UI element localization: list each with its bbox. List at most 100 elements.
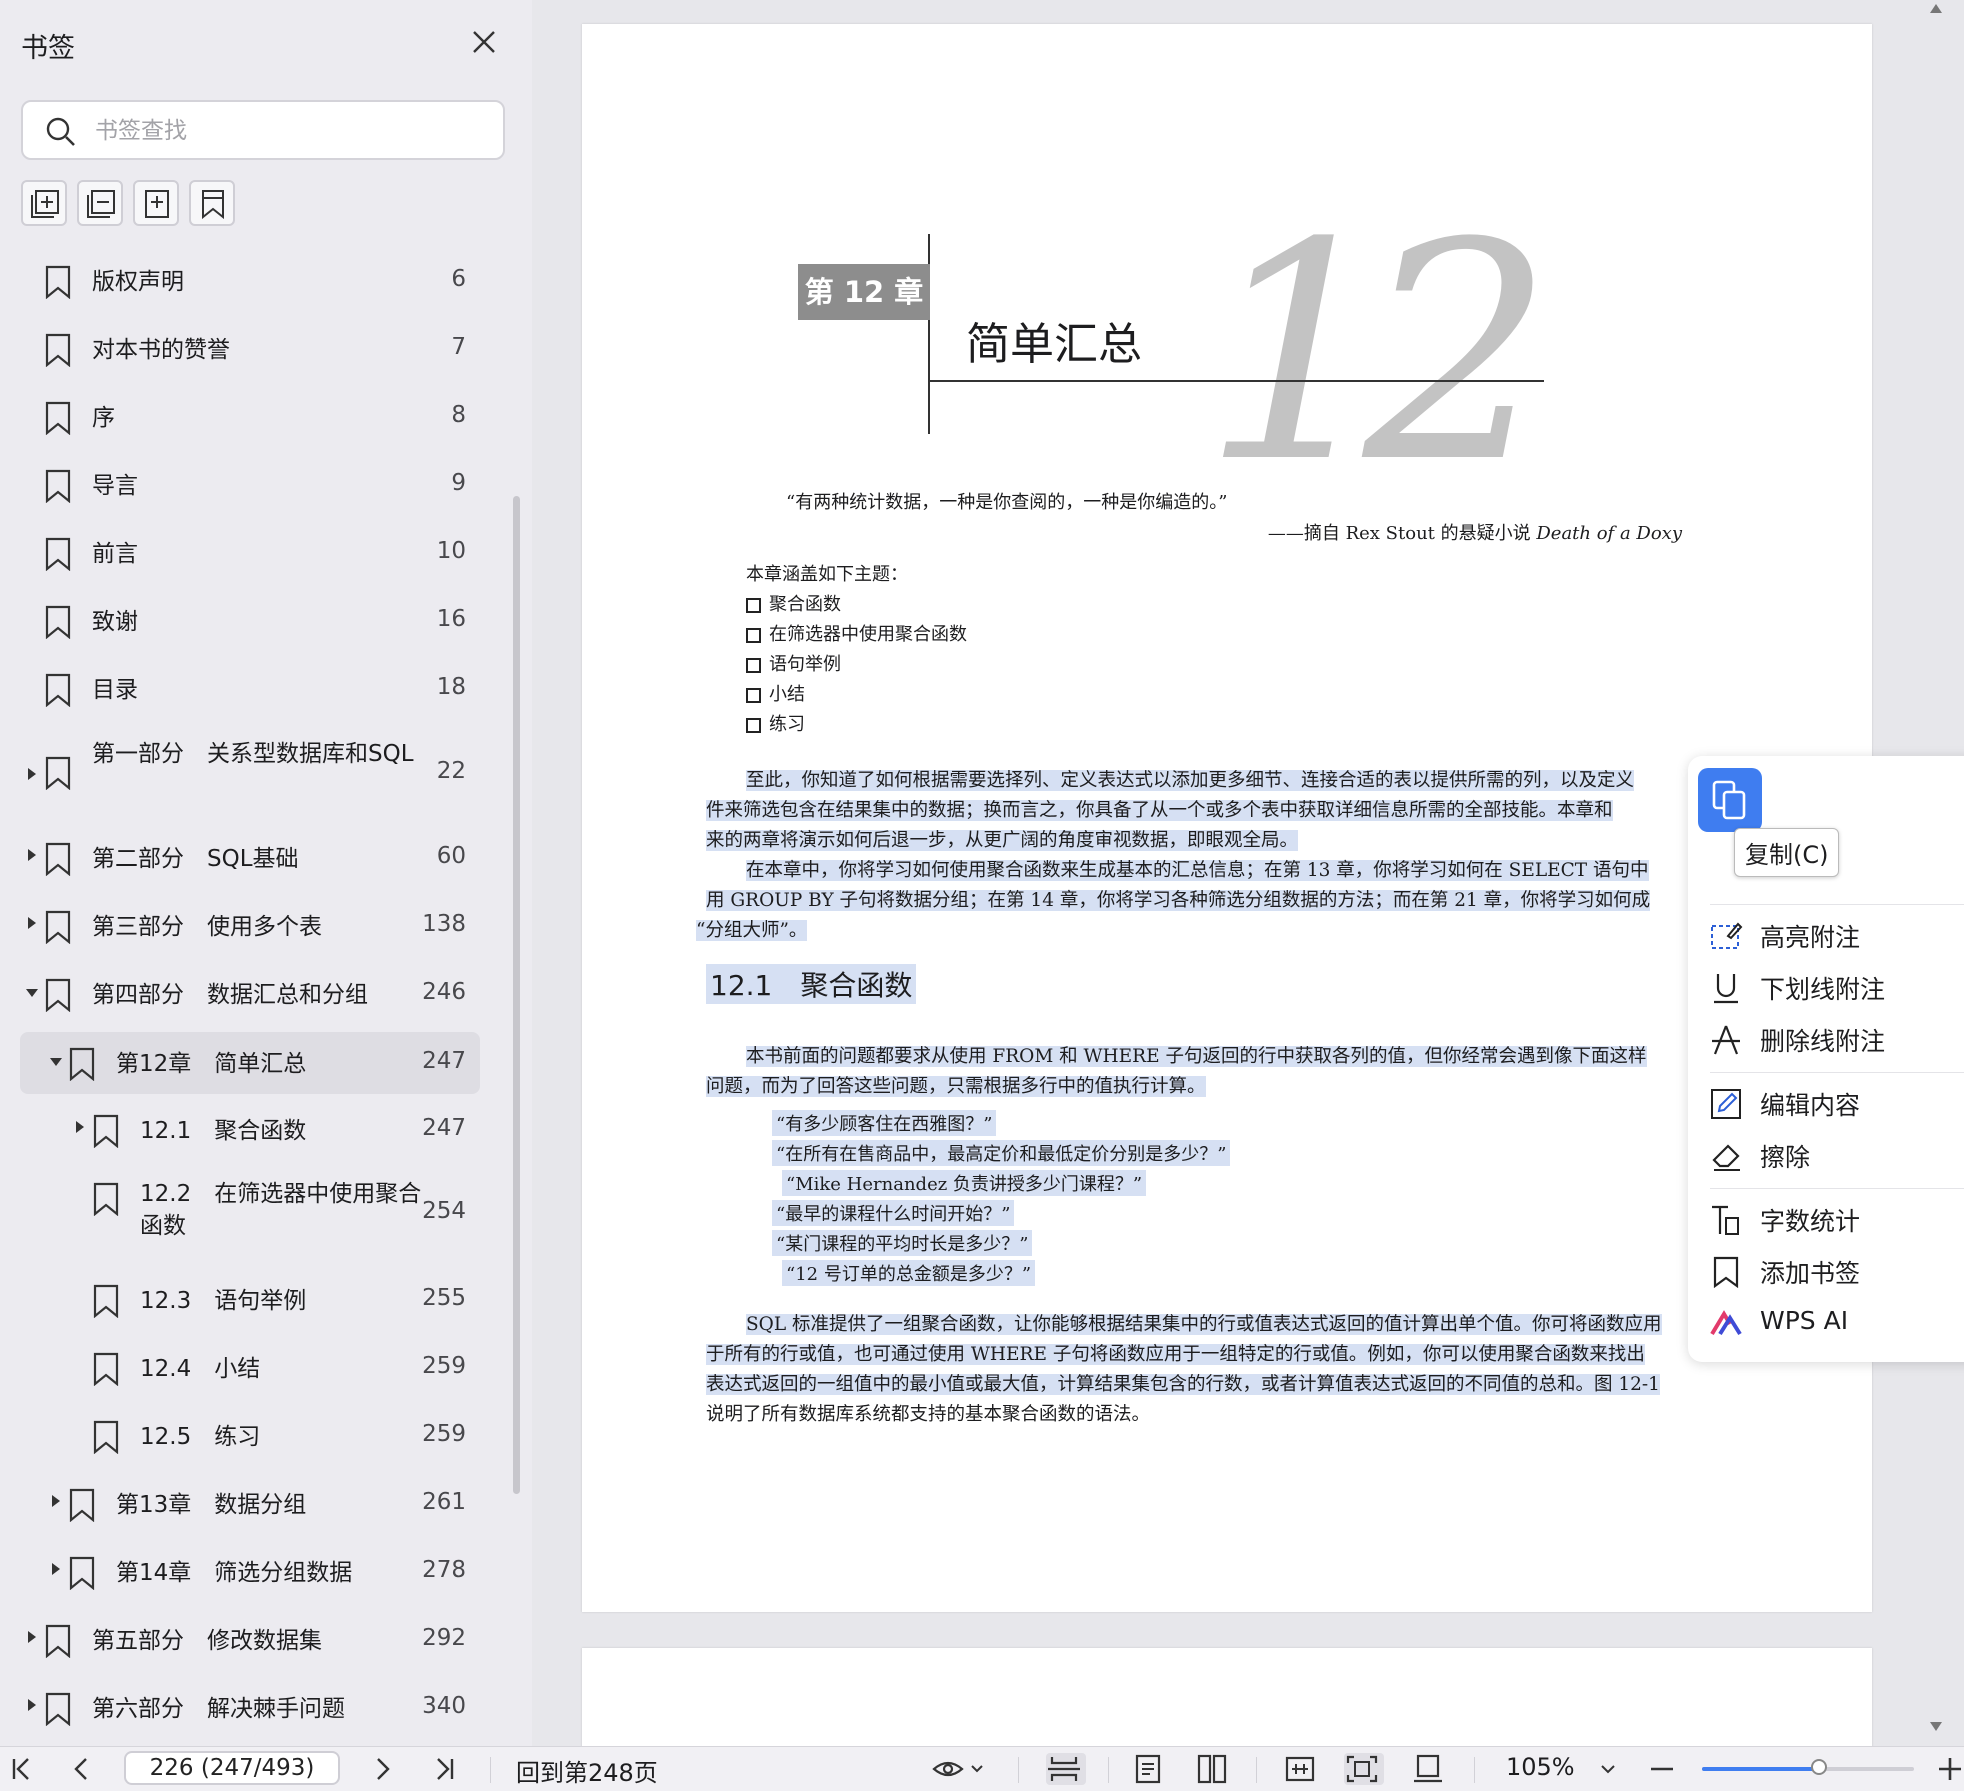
bookmark-item-part-4[interactable]: 第四部分 数据汇总和分组 246: [20, 963, 480, 1025]
collapse-arrow-icon[interactable]: [50, 1058, 62, 1066]
bookmark-item-part-3[interactable]: 第三部分 使用多个表 138: [20, 895, 480, 957]
page-rotate-button[interactable]: [1412, 1753, 1444, 1785]
bookmark-item[interactable]: 前言 10: [20, 522, 480, 584]
zoom-level[interactable]: 105%: [1506, 1753, 1575, 1781]
scroll-down-arrow-icon[interactable]: [1930, 1722, 1942, 1731]
single-page-button[interactable]: [1132, 1753, 1164, 1785]
bookmark-item-12-4[interactable]: 12.4 小结 259: [20, 1337, 480, 1399]
bookmark-item-part-5[interactable]: 第五部分 修改数据集 292: [20, 1609, 480, 1671]
bookmark-item[interactable]: 致谢 16: [20, 590, 480, 652]
topics-intro: 本章涵盖如下主题：: [746, 564, 908, 585]
bookmark-icon: [45, 910, 71, 944]
menu-item-wps-ai[interactable]: WPS AI: [1710, 1302, 1964, 1346]
first-page-button[interactable]: [10, 1753, 34, 1785]
eye-icon: [932, 1761, 983, 1777]
chapter-tag: 第 12 章: [798, 264, 930, 320]
previous-page-button[interactable]: [70, 1753, 94, 1785]
paragraph-selected[interactable]: 本书前面的问题都要求从使用 FROM 和 WHERE 子句返回的行中获取各列的值…: [706, 1042, 1746, 1102]
menu-item-add-bookmark[interactable]: 添加书签: [1710, 1250, 1964, 1294]
underline-icon: [1714, 974, 1738, 1004]
collapse-arrow-icon[interactable]: [26, 989, 38, 997]
bookmark-item-chapter-14[interactable]: 第14章 筛选分组数据 278: [20, 1541, 480, 1603]
question-item[interactable]: “有多少顾客住在西雅图？”: [772, 1110, 997, 1136]
paragraph-selected[interactable]: 在本章中，你将学习如何使用聚合函数来生成基本的汇总信息；在第 13 章，你将学习…: [696, 856, 1746, 946]
menu-item-strikethrough[interactable]: 删除线附注: [1710, 1018, 1964, 1062]
bookmark-item[interactable]: 版权声明 6: [20, 250, 480, 312]
bookmark-item-12-2[interactable]: 12.2 在筛选器中使用聚合函数 254: [20, 1172, 480, 1256]
question-item[interactable]: “12 号订单的总金额是多少？”: [782, 1260, 1036, 1286]
zoom-dropdown-button[interactable]: [1598, 1753, 1618, 1785]
copy-button[interactable]: [1698, 768, 1762, 832]
bookmark-item-12-5[interactable]: 12.5 练习 259: [20, 1405, 480, 1467]
bookmark-icon: [45, 469, 71, 503]
expand-arrow-icon[interactable]: [28, 1631, 36, 1643]
view-mode-button[interactable]: [932, 1753, 988, 1785]
expand-arrow-icon[interactable]: [28, 917, 36, 929]
go-to-page-link[interactable]: 回到第248页: [516, 1753, 658, 1788]
paragraph-selected[interactable]: 至此，你知道了如何根据需要选择列、定义表达式以添加更多细节、连接合适的表以提供所…: [706, 766, 1746, 856]
zoom-slider[interactable]: [1702, 1759, 1914, 1775]
question-item[interactable]: “最早的课程什么时间开始？”: [772, 1200, 1015, 1226]
bookmark-item[interactable]: 导言 9: [20, 454, 480, 516]
divider: [1108, 1757, 1109, 1783]
paragraph-selected[interactable]: SQL 标准提供了一组聚合函数，让你能够根据结果集中的行或值表达式返回的值计算出…: [706, 1310, 1746, 1430]
scroll-up-arrow-icon[interactable]: [1930, 4, 1942, 13]
last-page-icon: [437, 1758, 454, 1780]
next-page-button[interactable]: [370, 1753, 394, 1785]
menu-item-highlight[interactable]: 高亮附注: [1710, 914, 1964, 958]
topic-item: 小结: [746, 680, 805, 706]
bookmark-item-12-3[interactable]: 12.3 语句举例 255: [20, 1269, 480, 1331]
zoom-in-button[interactable]: [1936, 1753, 1964, 1785]
expand-arrow-icon[interactable]: [76, 1121, 84, 1133]
bookmark-item-part-1[interactable]: 第一部分 关系型数据库和SQL 22: [20, 732, 480, 816]
bookmark-item-part-6[interactable]: 第六部分 解决棘手问题 340: [20, 1677, 480, 1739]
question-item[interactable]: “某门课程的平均时长是多少？”: [772, 1230, 1033, 1256]
zoom-slider-knob[interactable]: [1810, 1759, 1827, 1775]
bookmark-item[interactable]: 对本书的赞誉 7: [20, 318, 480, 380]
single-page-icon: [1135, 1754, 1161, 1784]
bookmark-icon: [45, 537, 71, 571]
bookmark-search-input[interactable]: [93, 110, 487, 152]
menu-item-eraser[interactable]: 擦除: [1710, 1134, 1964, 1178]
add-bookmark-button[interactable]: [133, 180, 179, 226]
collapse-all-button[interactable]: [77, 180, 123, 226]
menu-item-underline[interactable]: 下划线附注: [1710, 966, 1964, 1010]
menu-item-word-count[interactable]: 字数统计: [1710, 1198, 1964, 1242]
bookmark-item-chapter-12[interactable]: 第12章 简单汇总 247: [20, 1032, 480, 1094]
page-number-input[interactable]: [124, 1751, 340, 1785]
question-item[interactable]: “Mike Hernandez 负责讲授多少门课程？”: [782, 1170, 1147, 1196]
expand-all-button[interactable]: [21, 180, 67, 226]
bookmark-item-chapter-13[interactable]: 第13章 数据分组 261: [20, 1473, 480, 1535]
context-menu: 复制(C) 高亮附注 下划线附注 删除线附注 编辑内容 擦除 字数统计 添加书签…: [1688, 756, 1964, 1362]
expand-arrow-icon[interactable]: [52, 1563, 60, 1575]
close-icon[interactable]: [468, 26, 500, 58]
section-heading[interactable]: 12.1 聚合函数: [706, 964, 917, 1004]
question-item[interactable]: “在所有在售商品中，最高定价和最低定价分别是多少？”: [772, 1140, 1231, 1166]
bookmark-item[interactable]: 目录 18: [20, 658, 480, 720]
document-page: 12 第 12 章 简单汇总 “有两种统计数据，一种是你查阅的，一种是你编造的。…: [582, 24, 1872, 1612]
bookmark-icon: [45, 673, 71, 707]
bookmark-item-12-1[interactable]: 12.1 聚合函数 247: [20, 1099, 480, 1161]
two-page-icon: [1197, 1754, 1227, 1784]
fit-page-button[interactable]: [1344, 1753, 1384, 1785]
continuous-page-icon: [1048, 1757, 1080, 1781]
expand-arrow-icon[interactable]: [28, 1699, 36, 1711]
bookmark-item[interactable]: 序 8: [20, 386, 480, 448]
sidebar-scrollbar[interactable]: [513, 496, 520, 1494]
zoom-out-button[interactable]: [1648, 1753, 1676, 1785]
epigraph-source: ——摘自 Rex Stout 的悬疑小说 Death of a Doxy: [1267, 523, 1682, 544]
document-page: [582, 1648, 1872, 1746]
continuous-view-button[interactable]: [1046, 1753, 1086, 1785]
topic-item: 在筛选器中使用聚合函数: [746, 620, 967, 646]
expand-arrow-icon[interactable]: [52, 1495, 60, 1507]
search-icon: [46, 117, 75, 146]
expand-arrow-icon[interactable]: [28, 768, 36, 780]
fit-width-button[interactable]: [1284, 1753, 1316, 1785]
menu-item-edit-content[interactable]: 编辑内容: [1710, 1082, 1964, 1126]
bookmark-toggle-button[interactable]: [189, 180, 235, 226]
bookmark-item-part-2[interactable]: 第二部分 SQL基础 60: [20, 827, 480, 889]
chapter-number: 12: [1202, 179, 1554, 528]
two-page-button[interactable]: [1196, 1753, 1228, 1785]
expand-arrow-icon[interactable]: [28, 849, 36, 861]
last-page-button[interactable]: [432, 1753, 456, 1785]
